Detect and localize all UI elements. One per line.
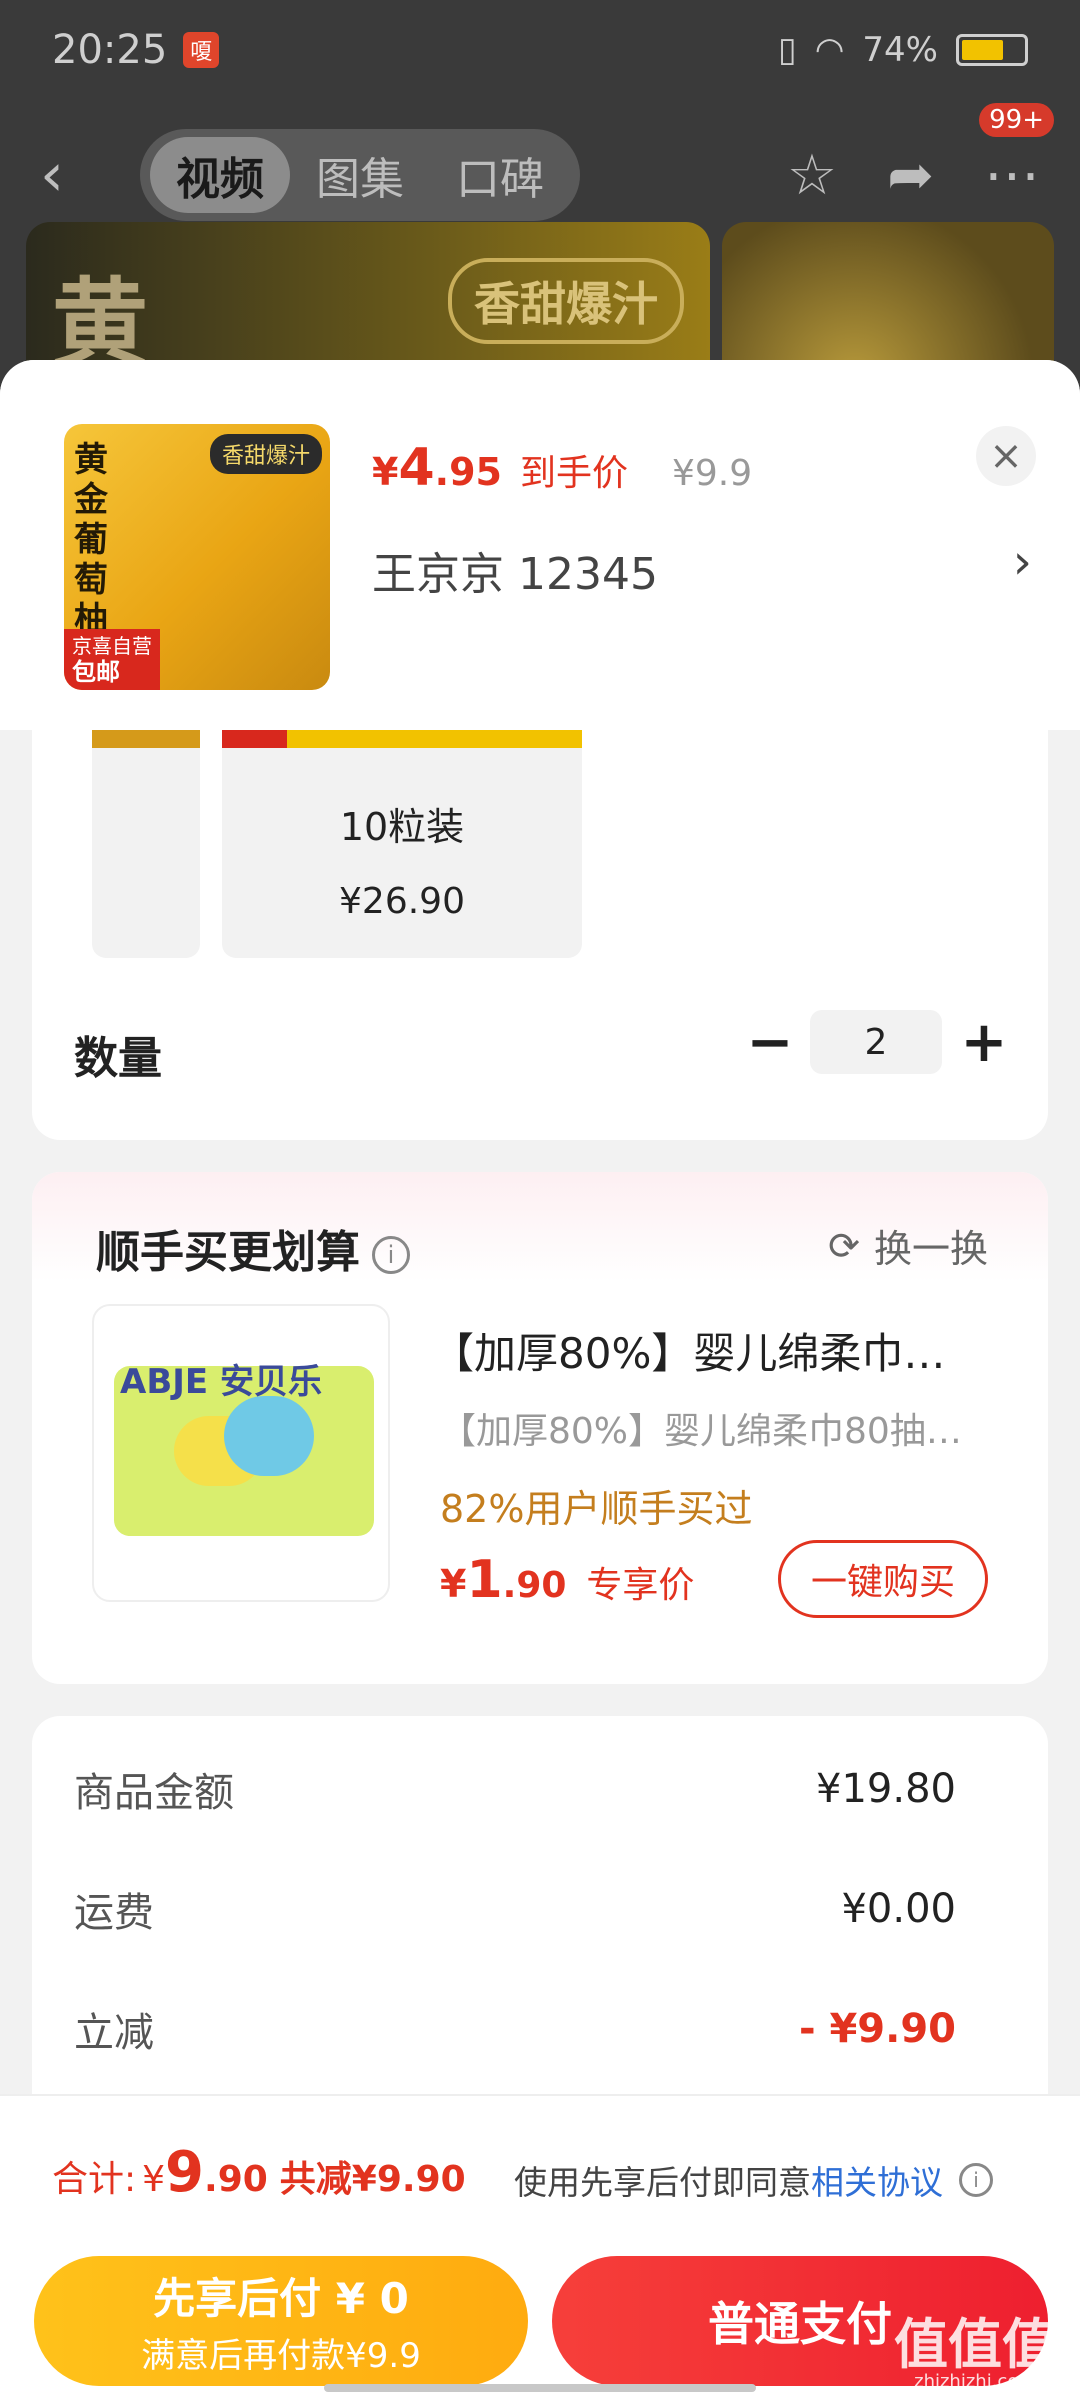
spec-card: 10粒装 ¥26.90 数量 − 2 + xyxy=(32,730,1048,1140)
tab-reviews[interactable]: 口碑 xyxy=(430,137,570,213)
original-price: ¥9.9 xyxy=(671,453,753,494)
status-time: 20:25 xyxy=(52,27,168,73)
recommend-product-name[interactable]: 【加厚80%】婴儿绵柔巾… xyxy=(432,1320,1012,1381)
price-integer: 4 xyxy=(398,438,435,498)
watermark-sub: zhizhizhi.com xyxy=(914,2371,1036,2392)
thumb-tag-line2: 包邮 xyxy=(72,658,120,686)
summary-value: ¥0.00 xyxy=(841,1886,956,1932)
tab-gallery[interactable]: 图集 xyxy=(290,137,430,213)
media-tabs: 视频 图集 口碑 xyxy=(140,129,580,221)
summary-key: 运费 xyxy=(74,1890,154,1936)
thumb-tag-line1: 京喜自营 xyxy=(72,634,152,658)
share-icon[interactable]: ➦ xyxy=(887,143,934,208)
quantity-plus-button[interactable]: + xyxy=(954,1010,1014,1075)
total-integer: 9 xyxy=(165,2140,205,2205)
thumb-shipping-tag: 京喜自营 包邮 xyxy=(64,629,160,690)
quantity-label: 数量 xyxy=(74,1033,162,1084)
close-button[interactable]: × xyxy=(976,426,1036,486)
recommend-title: 顺手买更划算 i xyxy=(96,1216,410,1280)
total-label: 合计: xyxy=(52,2159,137,2200)
nav-actions: ☆ ➦ ⋯ 99+ xyxy=(787,102,1054,208)
back-arrow-icon[interactable]: ‹ xyxy=(40,145,100,205)
quantity-minus-button[interactable]: − xyxy=(740,1010,800,1075)
agreement-prefix: 使用先享后付即同意 xyxy=(514,2163,811,2202)
agreement-link[interactable]: 相关协议 xyxy=(811,2156,943,2204)
more-icon[interactable]: ⋯ xyxy=(984,143,1040,208)
summary-value: - ¥9.90 xyxy=(798,2006,956,2052)
product-thumbnail: 香甜爆汁 黄金葡萄柚 京喜自营 包邮 xyxy=(64,424,330,690)
status-bar: 20:25 嗄 ▯ ◠ 74% xyxy=(0,0,1080,100)
summary-value: ¥19.80 xyxy=(816,1766,956,1812)
quantity-input[interactable]: 2 xyxy=(810,1010,942,1074)
summary-row-goods: 商品金额 ¥19.80 xyxy=(74,1760,956,1818)
info-icon[interactable]: i xyxy=(372,1236,410,1274)
summary-row-shipping: 运费 ¥0.00 xyxy=(74,1880,956,1938)
recommend-card: 顺手买更划算 i ⟳ 换一换 ABJE 安贝乐 【加厚80%】婴儿绵柔巾… 【加厚… xyxy=(32,1172,1048,1684)
recommend-product-image[interactable]: ABJE 安贝乐 xyxy=(92,1304,390,1602)
address-text[interactable]: 王京京 12345 xyxy=(372,538,658,602)
chevron-right-icon[interactable]: › xyxy=(1013,534,1032,590)
swap-label: 换一换 xyxy=(873,1227,988,1271)
recommend-price-decimal: .90 xyxy=(502,1565,567,1606)
total-currency: ¥ xyxy=(142,2159,166,2200)
thumb-title: 黄金葡萄柚 xyxy=(74,440,108,640)
background-product-page: 20:25 嗄 ▯ ◠ 74% ‹ 视频 图集 口碑 ☆ ➦ ⋯ 99+ 黄 香… xyxy=(0,0,1080,422)
recommend-product-subtitle: 【加厚80%】婴儿绵柔巾80抽… xyxy=(440,1411,962,1452)
top-nav: ‹ 视频 图集 口碑 ☆ ➦ ⋯ 99+ xyxy=(0,102,1080,230)
watermark-main: 值值值 xyxy=(894,2313,1056,2376)
info-icon[interactable]: i xyxy=(959,2163,993,2197)
recommend-price-currency: ¥ xyxy=(440,1562,467,1606)
spec-image-strip xyxy=(92,730,200,748)
price-label: 到手价 xyxy=(519,453,628,494)
wifi-icon: ◠ xyxy=(814,30,845,70)
spec-option-name: 10粒装 xyxy=(339,805,465,849)
star-icon[interactable]: ☆ xyxy=(787,143,837,208)
agreement-text: 使用先享后付即同意 相关协议 i xyxy=(514,2156,993,2204)
summary-row-discount: 立减 - ¥9.90 xyxy=(74,2000,956,2058)
pay-later-title: 先享后付 ¥ 0 xyxy=(153,2274,409,2323)
app-notification-icon: 嗄 xyxy=(183,32,220,68)
status-icons: ▯ ◠ 74% xyxy=(778,30,1028,70)
tab-video[interactable]: 视频 xyxy=(150,137,290,213)
sheet-header: 香甜爆汁 黄金葡萄柚 京喜自营 包邮 ¥ 4 .95 到手价 ¥9.9 王京京 … xyxy=(0,360,1080,730)
pay-later-subtitle: 满意后再付款¥9.9 xyxy=(141,2336,421,2376)
spec-option-price: ¥26.90 xyxy=(339,881,465,922)
battery-icon xyxy=(956,34,1028,66)
banner-pill: 香甜爆汁 xyxy=(448,258,684,344)
thumb-tag: 香甜爆汁 xyxy=(209,434,322,474)
spec-image-strip xyxy=(222,730,582,748)
watermark-logo: 值值值 zhizhizhi.com xyxy=(894,2318,1056,2392)
recommend-price: ¥ 1 .90 专享价 xyxy=(440,1550,694,1610)
summary-card: 商品金额 ¥19.80 运费 ¥0.00 立减 - ¥9.90 xyxy=(32,1716,1048,2116)
recommend-price-label: 专享价 xyxy=(586,1565,695,1606)
refresh-icon: ⟳ xyxy=(828,1223,860,1268)
recommend-title-text: 顺手买更划算 xyxy=(96,1227,360,1278)
one-click-buy-button[interactable]: 一键购买 xyxy=(778,1540,988,1618)
pack-brand: ABJE 安贝乐 xyxy=(120,1362,322,1402)
sim-icon: ▯ xyxy=(778,30,797,70)
price-decimal: .95 xyxy=(434,450,502,494)
total-savings: 共减¥9.90 xyxy=(279,2159,466,2200)
home-indicator[interactable] xyxy=(324,2384,756,2392)
pack-graphic-blue xyxy=(224,1396,314,1476)
battery-percent: 74% xyxy=(862,30,938,70)
recommend-price-integer: 1 xyxy=(466,1550,503,1610)
summary-key: 商品金额 xyxy=(74,1770,234,1816)
spec-option-selected[interactable]: 10粒装 ¥26.90 xyxy=(222,730,582,958)
recommend-bought-stat: 82%用户顺手买过 xyxy=(440,1487,753,1531)
spec-option-partial[interactable] xyxy=(92,730,200,958)
swap-button[interactable]: ⟳ 换一换 xyxy=(828,1218,988,1273)
summary-key: 立减 xyxy=(74,2010,154,2056)
pay-later-button[interactable]: 先享后付 ¥ 0 满意后再付款¥9.9 xyxy=(34,2256,528,2386)
price-line: ¥ 4 .95 到手价 ¥9.9 xyxy=(372,438,752,498)
total-amount: 合计: ¥ 9 .90 共减¥9.90 xyxy=(52,2140,466,2205)
message-badge: 99+ xyxy=(979,102,1054,137)
total-decimal: .90 xyxy=(204,2159,268,2200)
price-currency: ¥ xyxy=(372,450,399,494)
